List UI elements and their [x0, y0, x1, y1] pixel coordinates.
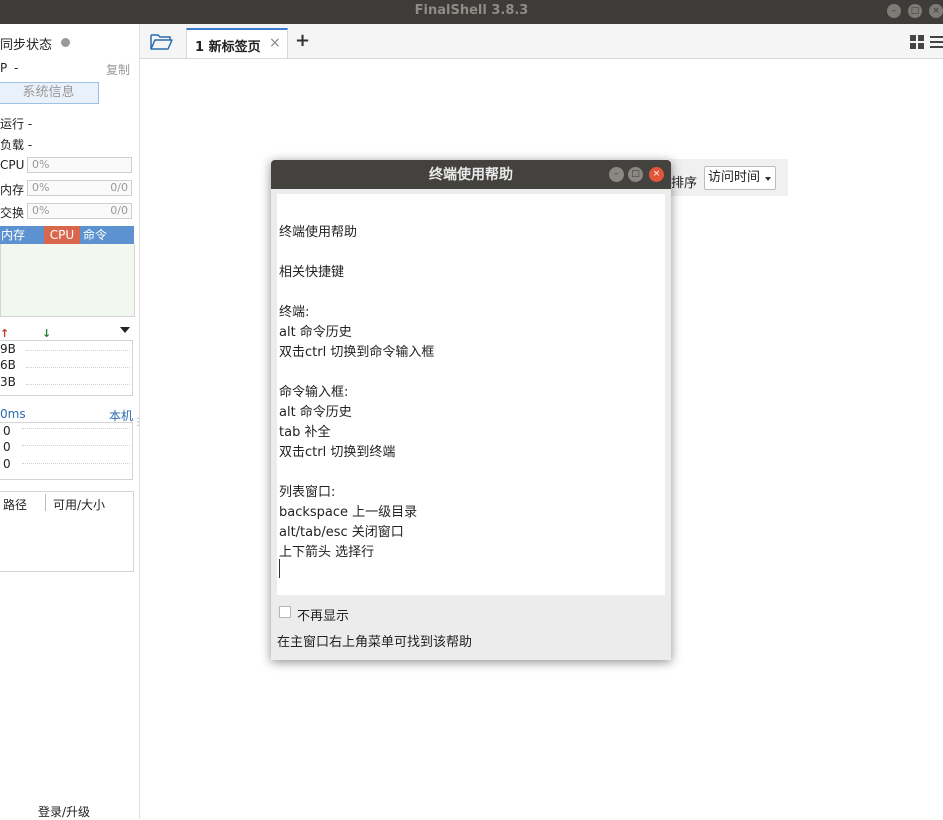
sort-selected-value: 访问时间: [708, 170, 761, 185]
network-interface-dropdown-icon[interactable]: [120, 327, 130, 333]
upload-arrow-icon: ↑: [0, 327, 10, 340]
disk-table[interactable]: 路径 可用/大小: [0, 491, 134, 572]
ip-label: P: [0, 61, 8, 75]
disk-column-size[interactable]: 可用/大小: [53, 496, 105, 513]
help-line: 双击ctrl 切换到终端: [279, 445, 396, 460]
cpu-label: CPU: [0, 158, 25, 172]
window-maximize-button[interactable]: □: [908, 4, 922, 18]
network-rate-tick: 6B: [0, 358, 16, 372]
help-line: 命令输入框:: [279, 385, 349, 400]
help-text-area[interactable]: 终端使用帮助 相关快捷键 终端: alt 命令历史 双击ctrl 切换到命令输入…: [277, 194, 665, 595]
dont-show-again-checkbox[interactable]: [279, 606, 291, 618]
help-line: 上下箭头 选择行: [279, 545, 375, 560]
download-arrow-icon: ↓: [42, 327, 52, 340]
cpu-value: 0%: [32, 158, 50, 171]
dialog-maximize-button[interactable]: □: [628, 167, 643, 182]
process-list[interactable]: [0, 244, 135, 317]
swap-value: 0%: [32, 204, 50, 217]
uptime-label: 运行 -: [0, 117, 33, 131]
memory-value: 0%: [32, 181, 50, 194]
memory-ratio: 0/0: [110, 181, 128, 194]
chevron-down-icon: [765, 177, 771, 181]
sort-label: 排序: [671, 176, 698, 191]
dialog-minimize-button[interactable]: –: [609, 167, 624, 182]
help-line: 列表窗口:: [279, 485, 336, 500]
process-column-memory[interactable]: 内存: [0, 226, 45, 244]
help-line: 双击ctrl 切换到命令输入框: [279, 345, 435, 360]
column-divider: [45, 494, 46, 511]
help-line: alt 命令历史: [279, 405, 352, 420]
help-line: backspace 上一级目录: [279, 505, 418, 520]
add-tab-button[interactable]: +: [295, 30, 310, 51]
latency-chart: [0, 422, 133, 480]
process-column-cpu[interactable]: CPU: [44, 226, 80, 244]
tab-new-tab[interactable]: 1 新标签页 ×: [186, 28, 288, 58]
tab-label: 1 新标签页: [195, 40, 261, 55]
dont-show-again-label[interactable]: 不再显示: [297, 605, 349, 624]
latency-tick: 0: [3, 424, 11, 438]
grid-view-icon[interactable]: [910, 35, 925, 52]
help-line: tab 补全: [279, 425, 331, 440]
sync-status-indicator: [61, 38, 70, 47]
window-minimize-button[interactable]: –: [887, 4, 901, 18]
window-title: FinalShell 3.8.3: [414, 3, 529, 18]
help-line: alt 命令历史: [279, 325, 352, 340]
process-column-command[interactable]: 命令: [83, 226, 123, 244]
disk-column-path[interactable]: 路径: [3, 496, 27, 513]
help-line: 相关快捷键: [279, 265, 345, 280]
help-line: 终端:: [279, 305, 310, 320]
network-chart: [0, 340, 133, 396]
ip-value: -: [14, 61, 19, 75]
menu-icon[interactable]: [930, 35, 943, 52]
network-rate-tick: 9B: [0, 342, 16, 356]
copy-ip-button[interactable]: 复制: [106, 61, 130, 78]
folder-open-icon[interactable]: [150, 33, 173, 53]
text-caret: [279, 559, 280, 578]
window-close-button[interactable]: ×: [929, 4, 943, 18]
network-rate-tick: 3B: [0, 375, 16, 389]
resize-handle[interactable]: ⋮: [133, 418, 143, 438]
help-line: alt/tab/esc 关闭窗口: [279, 525, 404, 540]
memory-gauge: 0% 0/0: [27, 180, 132, 196]
cpu-gauge: 0%: [27, 157, 132, 173]
system-info-button[interactable]: 系统信息: [0, 82, 99, 104]
help-line: 终端使用帮助: [279, 225, 358, 240]
latency-tick: 0: [3, 440, 11, 454]
login-upgrade-link[interactable]: 登录/升级: [38, 803, 90, 820]
sort-select[interactable]: 访问时间: [704, 166, 776, 190]
terminal-help-dialog: 终端使用帮助 – □ × 终端使用帮助 相关快捷键 终端: alt 命令历史 双…: [271, 160, 671, 660]
load-label: 负载 -: [0, 138, 33, 152]
latency-label: 0ms: [0, 407, 26, 421]
swap-label: 交换: [0, 206, 25, 220]
tab-close-icon[interactable]: ×: [269, 35, 281, 51]
latency-tick: 0: [3, 457, 11, 471]
process-table-header: 内存 CPU 命令: [0, 226, 134, 244]
swap-ratio: 0/0: [110, 204, 128, 217]
sync-status-label: 同步状态: [0, 38, 53, 53]
memory-label: 内存: [0, 183, 25, 197]
swap-gauge: 0% 0/0: [27, 203, 132, 219]
footer-hint: 在主窗口右上角菜单可找到该帮助: [277, 635, 473, 650]
dialog-close-button[interactable]: ×: [649, 167, 664, 182]
